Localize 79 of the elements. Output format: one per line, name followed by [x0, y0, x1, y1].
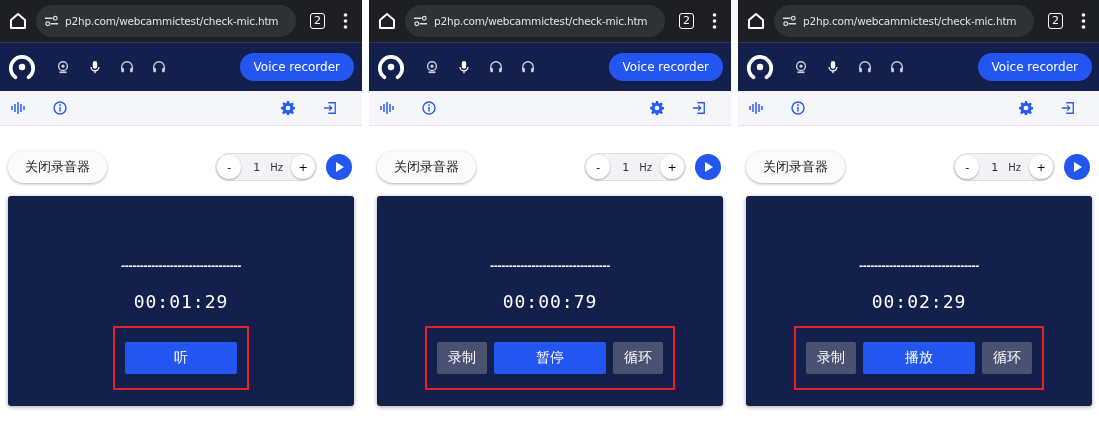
menu-icon[interactable]: [343, 13, 348, 29]
primary-action-button[interactable]: 听: [125, 342, 237, 374]
voice-recorder-button[interactable]: Voice recorder: [608, 53, 723, 81]
address-bar[interactable]: p2hp.com/webcammictest/check-mic.htm: [36, 5, 296, 37]
info-icon[interactable]: [53, 101, 67, 115]
microphone-icon[interactable]: [457, 60, 471, 74]
waveform-icon[interactable]: [11, 101, 25, 115]
menu-icon[interactable]: [1081, 13, 1086, 29]
microphone-icon[interactable]: [826, 60, 840, 74]
decrease-button[interactable]: -: [217, 155, 242, 179]
timer: 00:02:29: [871, 291, 967, 312]
action-button[interactable]: 录制: [437, 342, 487, 374]
decrease-button[interactable]: -: [586, 155, 611, 179]
settings-icon[interactable]: [650, 101, 664, 115]
close-recorder-button[interactable]: 关闭录音器: [377, 151, 476, 183]
decrease-button[interactable]: -: [955, 155, 980, 179]
url-text: p2hp.com/webcammictest/check-mic.htm: [65, 15, 279, 27]
headphones-icon[interactable]: [521, 60, 535, 74]
waveform-icon[interactable]: [749, 101, 763, 115]
headphones-icon[interactable]: [858, 60, 872, 74]
login-icon[interactable]: [323, 101, 337, 115]
info-icon[interactable]: [422, 101, 436, 115]
action-button[interactable]: 循环: [982, 342, 1032, 374]
tune-icon: [413, 15, 428, 27]
increase-button[interactable]: +: [1029, 155, 1053, 179]
home-icon[interactable]: [8, 11, 28, 31]
action-button[interactable]: 循环: [613, 342, 663, 374]
logo-icon[interactable]: [746, 53, 774, 81]
settings-icon[interactable]: [1019, 101, 1033, 115]
address-bar[interactable]: p2hp.com/webcammictest/check-mic.htm: [405, 5, 665, 37]
headphones-icon[interactable]: [890, 60, 904, 74]
play-icon[interactable]: [1064, 154, 1090, 180]
timer: 00:00:79: [502, 291, 598, 312]
primary-action-button[interactable]: 播放: [863, 342, 975, 374]
waveform-icon[interactable]: [380, 101, 394, 115]
webcam-icon[interactable]: [425, 60, 439, 74]
settings-icon[interactable]: [281, 101, 295, 115]
url-text: p2hp.com/webcammictest/check-mic.htm: [434, 15, 648, 27]
primary-action-button[interactable]: 暂停: [494, 342, 606, 374]
play-icon[interactable]: [695, 154, 721, 180]
tab-count[interactable]: 2: [310, 13, 325, 29]
level-dashes: --------------------------------: [859, 260, 979, 271]
tune-icon: [44, 15, 59, 27]
level-dashes: --------------------------------: [121, 260, 241, 271]
headphones-icon[interactable]: [489, 60, 503, 74]
login-icon[interactable]: [1061, 101, 1075, 115]
webcam-icon[interactable]: [794, 60, 808, 74]
address-bar[interactable]: p2hp.com/webcammictest/check-mic.htm: [774, 5, 1034, 37]
increase-button[interactable]: +: [291, 155, 315, 179]
frequency-unit: Hz: [270, 161, 283, 173]
close-recorder-button[interactable]: 关闭录音器: [8, 151, 107, 183]
voice-recorder-button[interactable]: Voice recorder: [239, 53, 354, 81]
home-icon[interactable]: [746, 11, 766, 31]
microphone-icon[interactable]: [88, 60, 102, 74]
tune-icon: [782, 15, 797, 27]
login-icon[interactable]: [692, 101, 706, 115]
logo-icon[interactable]: [8, 53, 36, 81]
headphones-icon[interactable]: [120, 60, 134, 74]
url-text: p2hp.com/webcammictest/check-mic.htm: [803, 15, 1017, 27]
level-dashes: --------------------------------: [490, 260, 610, 271]
timer: 00:01:29: [133, 291, 229, 312]
action-button[interactable]: 录制: [806, 342, 856, 374]
play-icon[interactable]: [326, 154, 352, 180]
increase-button[interactable]: +: [660, 155, 684, 179]
close-recorder-button[interactable]: 关闭录音器: [746, 151, 845, 183]
frequency-value: 1: [253, 160, 261, 174]
webcam-icon[interactable]: [56, 60, 70, 74]
home-icon[interactable]: [377, 11, 397, 31]
voice-recorder-button[interactable]: Voice recorder: [977, 53, 1092, 81]
frequency-unit: Hz: [1008, 161, 1021, 173]
frequency-unit: Hz: [639, 161, 652, 173]
headphones-icon[interactable]: [152, 60, 166, 74]
frequency-value: 1: [622, 160, 630, 174]
tab-count[interactable]: 2: [1048, 13, 1063, 29]
menu-icon[interactable]: [712, 13, 717, 29]
tab-count[interactable]: 2: [679, 13, 694, 29]
logo-icon[interactable]: [377, 53, 405, 81]
info-icon[interactable]: [791, 101, 805, 115]
frequency-value: 1: [991, 160, 999, 174]
